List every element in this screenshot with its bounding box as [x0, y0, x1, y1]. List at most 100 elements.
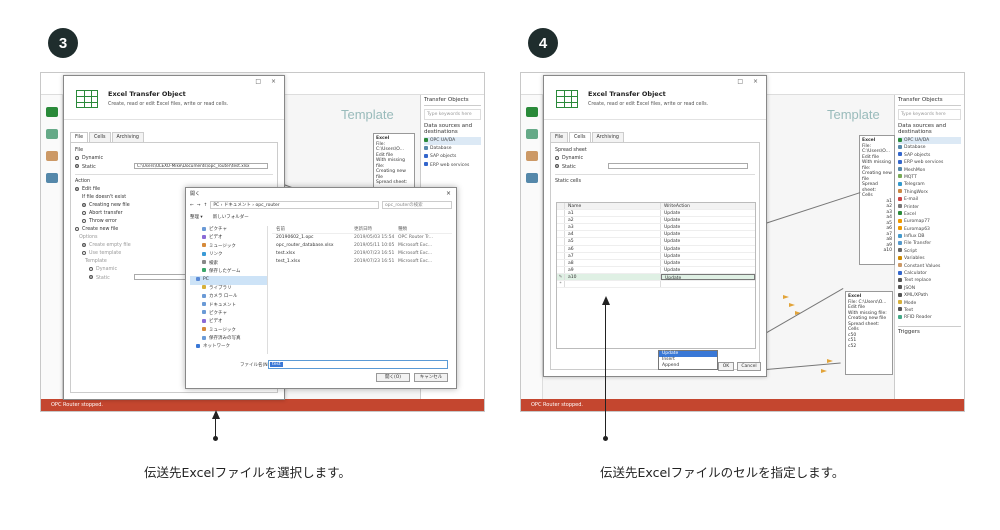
run-icon[interactable]: [526, 173, 538, 183]
col-name[interactable]: 名前: [272, 226, 354, 233]
cell-writeaction[interactable]: Update: [661, 210, 755, 216]
cell-writeaction[interactable]: Update: [661, 273, 755, 281]
cells-grid-row[interactable]: a1 Update: [557, 210, 755, 218]
cells-grid-row[interactable]: a9 Update: [557, 266, 755, 274]
cells-grid-row[interactable]: a7 Update: [557, 252, 755, 260]
file-row[interactable]: opc_router_database.xlsx 2019/05/11 10:05…: [272, 242, 452, 250]
col-name-header[interactable]: Name: [565, 203, 661, 210]
folder-tree-item[interactable]: ピクチャ: [190, 310, 267, 318]
cell-writeaction[interactable]: Update: [661, 217, 755, 223]
folder-tree-item[interactable]: カメラ ロール: [190, 293, 267, 301]
rp-item[interactable]: Mode: [898, 300, 961, 307]
list-icon[interactable]: [526, 129, 538, 139]
rp-item[interactable]: OPC UA/DA: [424, 137, 481, 146]
tab-file[interactable]: File: [70, 132, 89, 142]
rp-item[interactable]: Text: [898, 307, 961, 314]
new-folder-button[interactable]: 新しいフォルダー: [213, 214, 249, 222]
folder-tree-item[interactable]: 検索: [190, 260, 267, 268]
open-button[interactable]: 開く(O): [376, 373, 410, 382]
cells-grid-row[interactable]: a4 Update: [557, 231, 755, 239]
rp-item[interactable]: Printer: [898, 204, 961, 211]
config-icon[interactable]: [526, 151, 538, 161]
cell-name-empty[interactable]: [565, 281, 661, 288]
cancel-button[interactable]: キャンセル: [414, 373, 448, 382]
transfer-icon[interactable]: [526, 107, 538, 117]
rp-item[interactable]: Telegram: [898, 181, 961, 188]
rp-item[interactable]: JSON: [898, 285, 961, 292]
rp-item[interactable]: OPC UA/DA: [898, 137, 961, 145]
rp-item[interactable]: RFID Reader: [898, 314, 961, 321]
folder-tree-item[interactable]: ミュージック: [190, 243, 267, 251]
rp-item[interactable]: File Transfer: [898, 240, 961, 247]
folder-tree-item[interactable]: 保存済みの写真: [190, 335, 267, 343]
organize-button[interactable]: 整理 ▾: [190, 214, 203, 222]
static-radio[interactable]: Static: [555, 163, 755, 171]
file-search-input[interactable]: opc_routerの検索: [382, 201, 452, 209]
cell-writeaction[interactable]: Update: [661, 238, 755, 244]
cells-grid-row[interactable]: ✎ a10 Update: [557, 273, 755, 282]
cell-writeaction[interactable]: Update: [661, 231, 755, 237]
file-row[interactable]: test.xlsx 2019/07/23 16:51 Microsoft Exc..…: [272, 250, 452, 258]
rp-item[interactable]: Database: [424, 145, 481, 153]
run-icon[interactable]: [46, 173, 58, 183]
config-icon[interactable]: [46, 151, 58, 161]
tab-cells[interactable]: Cells: [89, 132, 111, 142]
dynamic-radio[interactable]: Dynamic: [555, 155, 755, 163]
cells-grid-row[interactable]: a5 Update: [557, 238, 755, 246]
cell-name[interactable]: a8: [565, 259, 661, 266]
cell-writeaction[interactable]: Update: [661, 267, 755, 273]
folder-tree-item[interactable]: 保存したゲーム: [190, 268, 267, 276]
rp-item[interactable]: Excel: [898, 211, 961, 218]
cells-grid-row[interactable]: a2 Update: [557, 217, 755, 225]
cells-grid-row[interactable]: a8 Update: [557, 259, 755, 267]
transfer-objects-search[interactable]: Type keywords here: [898, 109, 961, 120]
cell-name[interactable]: a2: [565, 217, 661, 224]
rp-item[interactable]: Script: [898, 248, 961, 255]
col-writeaction-header[interactable]: WriteAction: [661, 203, 755, 209]
forward-icon[interactable]: →: [197, 203, 201, 208]
sheet-name-field[interactable]: [608, 163, 748, 169]
transfer-icon[interactable]: [46, 107, 58, 117]
cell-name[interactable]: a1: [565, 210, 661, 217]
up-icon[interactable]: ↑: [204, 203, 208, 208]
cell-writeaction[interactable]: Update: [661, 246, 755, 252]
folder-tree-item[interactable]: PC: [190, 276, 267, 285]
cell-name[interactable]: a5: [565, 238, 661, 245]
close-icon[interactable]: ×: [446, 190, 451, 197]
static-radio[interactable]: Static C:\Users\OLEXO-Mike\Documents\opc_…: [75, 163, 273, 171]
rp-item[interactable]: MQTT: [898, 174, 961, 181]
rp-item[interactable]: ERP web services: [424, 162, 481, 170]
cell-name[interactable]: a10: [565, 273, 661, 281]
transfer-objects-search[interactable]: Type keywords here: [424, 109, 481, 120]
rp-item[interactable]: Database: [898, 144, 961, 151]
list-icon[interactable]: [46, 129, 58, 139]
file-row[interactable]: test_1.xlsx 2019/07/23 16:51 Microsoft Exc…: [272, 258, 452, 266]
col-type[interactable]: 種類: [398, 226, 452, 233]
rp-item[interactable]: MeshMon: [898, 167, 961, 174]
address-bar[interactable]: PC › ドキュメント › opc_router: [210, 201, 379, 209]
dropdown-option[interactable]: Append: [659, 363, 717, 369]
folder-tree-item[interactable]: ドキュメント: [190, 302, 267, 310]
cell-name[interactable]: a4: [565, 231, 661, 238]
static-path-field[interactable]: C:\Users\OLEXO-Mike\Documents\opc_router…: [134, 163, 268, 169]
cell-writeaction[interactable]: Update: [661, 224, 755, 230]
rp-item[interactable]: E-mail: [898, 196, 961, 203]
tab-cells[interactable]: Cells: [569, 132, 591, 142]
cell-name[interactable]: a7: [565, 252, 661, 259]
cells-grid-new-row[interactable]: *: [557, 281, 755, 289]
back-icon[interactable]: ←: [190, 203, 194, 208]
filename-input[interactable]: test: [268, 360, 448, 369]
cells-grid-row[interactable]: a3 Update: [557, 224, 755, 232]
cells-grid-row[interactable]: a6 Update: [557, 245, 755, 253]
cell-writeaction-empty[interactable]: [661, 281, 755, 287]
ok-button[interactable]: OK: [718, 362, 734, 371]
rp-item[interactable]: Euromap77: [898, 218, 961, 225]
rp-item[interactable]: Calculator: [898, 270, 961, 277]
folder-tree-item[interactable]: リンク: [190, 251, 267, 259]
file-row[interactable]: 20190602_1.opc 2019/05/03 15:54 OPC Router…: [272, 234, 452, 242]
cell-name[interactable]: a9: [565, 266, 661, 273]
tab-archiving[interactable]: Archiving: [591, 132, 624, 142]
cell-writeaction[interactable]: Update: [661, 260, 755, 266]
tab-archiving[interactable]: Archiving: [111, 132, 144, 142]
cell-name[interactable]: a3: [565, 224, 661, 231]
